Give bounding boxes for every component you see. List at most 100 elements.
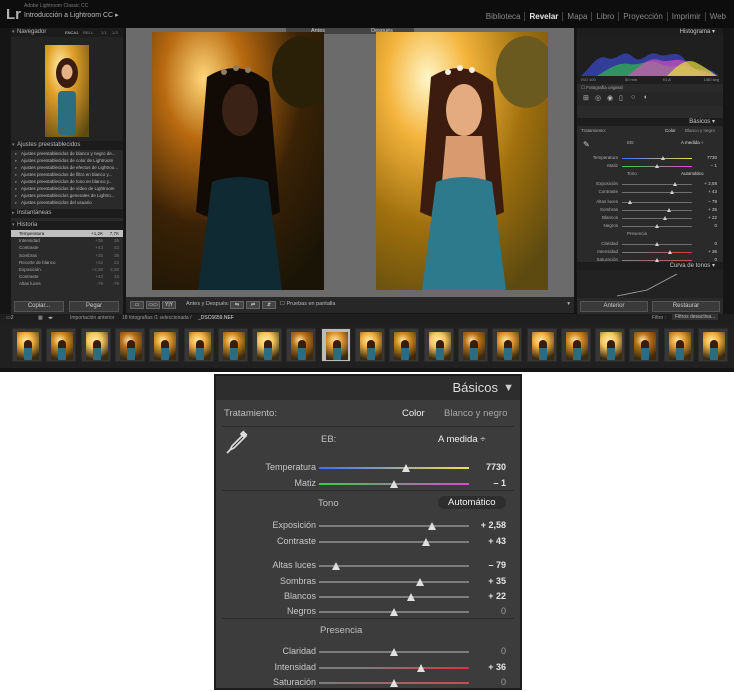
- matiz-slider-mini[interactable]: Matiz – 1: [577, 162, 723, 170]
- intensidad-slider-mini[interactable]: Intensidad + 36: [577, 248, 723, 256]
- filmstrip-thumbnail[interactable]: [149, 328, 180, 362]
- filmstrip-thumbnail[interactable]: [560, 328, 591, 362]
- slider-track[interactable]: [622, 210, 692, 211]
- filmstrip-thumbnail[interactable]: [286, 328, 317, 362]
- spot-removal-icon[interactable]: ◎: [595, 94, 601, 102]
- intensidad-slider[interactable]: Intensidad + 36: [216, 660, 520, 675]
- slider-track[interactable]: [622, 252, 692, 253]
- filmstrip-thumbnail[interactable]: [80, 328, 111, 362]
- module-web[interactable]: Web: [704, 12, 730, 21]
- module-biblioteca[interactable]: Biblioteca: [482, 12, 525, 21]
- basic-panel-header[interactable]: Básicos ▼: [216, 376, 520, 400]
- auto-tone-button[interactable]: Automático: [681, 171, 704, 176]
- previous-button[interactable]: Anterior: [580, 301, 648, 312]
- presets-header[interactable]: ▾ Ajustes preestablecidos: [11, 141, 123, 150]
- temperatura-value[interactable]: 7730: [707, 154, 717, 162]
- toolbar-menu-icon[interactable]: ▾: [567, 301, 570, 307]
- loupe-view-icon[interactable]: ▭: [130, 301, 144, 309]
- module-revelar[interactable]: Revelar: [524, 12, 562, 21]
- blancos-value[interactable]: + 22: [708, 214, 717, 222]
- negros-value[interactable]: 0: [501, 604, 506, 619]
- history-step[interactable]: Intensidad +36 36: [11, 237, 123, 245]
- slider-thumb[interactable]: [390, 608, 398, 616]
- zoom-1-3[interactable]: 1:3: [112, 28, 118, 37]
- exposicion-value[interactable]: + 2,58: [481, 518, 506, 533]
- temperatura-slider-mini[interactable]: Temperatura 7730: [577, 154, 723, 162]
- slider-thumb[interactable]: [660, 156, 665, 160]
- slider-track[interactable]: [622, 184, 692, 185]
- negros-slider-mini[interactable]: Negros 0: [577, 222, 723, 230]
- filmstrip-thumbnail[interactable]: [423, 328, 454, 362]
- slider-thumb[interactable]: [666, 208, 671, 212]
- blancos-slider[interactable]: Blancos + 22: [216, 589, 520, 604]
- back-icon[interactable]: ◂▸: [48, 315, 53, 321]
- slider-thumb[interactable]: [669, 190, 674, 194]
- wb-select[interactable]: A medida ÷: [438, 434, 485, 445]
- zoom-fill[interactable]: RELL.: [83, 28, 94, 37]
- treatment-bw[interactable]: Blanco y negro: [685, 128, 715, 133]
- matiz-value[interactable]: – 1: [711, 162, 717, 170]
- slider-track[interactable]: [319, 541, 469, 543]
- slider-track[interactable]: [319, 467, 469, 469]
- module-imprimir[interactable]: Imprimir: [666, 12, 705, 21]
- before-photo[interactable]: [152, 32, 324, 290]
- slider-thumb[interactable]: [655, 164, 659, 168]
- slider-thumb[interactable]: [417, 664, 425, 672]
- slider-thumb[interactable]: [655, 242, 659, 246]
- claridad-slider-mini[interactable]: Claridad 0: [577, 240, 723, 248]
- copy-button[interactable]: Copiar...: [14, 301, 64, 312]
- slider-track[interactable]: [622, 202, 692, 203]
- basic-header-mini[interactable]: Básicos ▾: [577, 118, 723, 126]
- slider-track[interactable]: [319, 525, 469, 527]
- brush-icon[interactable]: ◖: [643, 94, 647, 101]
- swap-icon[interactable]: ⇵: [262, 301, 276, 309]
- altas-luces-slider[interactable]: Altas luces – 79: [216, 558, 520, 573]
- claridad-slider[interactable]: Claridad 0: [216, 644, 520, 659]
- reset-button[interactable]: Restaurar: [652, 301, 720, 312]
- treatment-color[interactable]: Color: [665, 128, 676, 133]
- contraste-value[interactable]: + 43: [708, 188, 717, 196]
- preset-folder[interactable]: Ajustes preestablecidos de filtro en bla…: [11, 171, 123, 178]
- sombras-slider[interactable]: Sombras + 35: [216, 574, 520, 589]
- crop-tool-icon[interactable]: ⊞: [583, 94, 589, 102]
- slider-track[interactable]: [319, 565, 469, 567]
- slider-thumb[interactable]: [427, 522, 436, 530]
- histogram-header[interactable]: Histograma ▾: [577, 28, 723, 36]
- sombras-value[interactable]: + 35: [488, 574, 506, 589]
- filmstrip-thumbnail[interactable]: [629, 328, 660, 362]
- filmstrip-source[interactable]: Importación anterior: [70, 315, 114, 321]
- slider-thumb[interactable]: [402, 464, 410, 472]
- secondary-display-icon[interactable]: ▭2: [6, 315, 14, 321]
- history-step[interactable]: Sombras +35 35: [11, 251, 123, 259]
- contraste-slider-mini[interactable]: Contraste + 43: [577, 188, 723, 196]
- red-eye-icon[interactable]: ◉: [607, 94, 613, 102]
- slider-thumb[interactable]: [331, 562, 340, 570]
- catalog-title[interactable]: Introducción a Lightroom CC ▸: [24, 11, 119, 19]
- matiz-value[interactable]: – 1: [493, 476, 506, 491]
- preset-folder[interactable]: Ajustes preestablecidos de color de Ligh…: [11, 157, 123, 164]
- tone-curve[interactable]: [577, 270, 723, 298]
- treatment-color-option[interactable]: Color: [402, 408, 425, 419]
- auto-tone-button[interactable]: Automático: [438, 496, 506, 509]
- before-after-view-button[interactable]: Y|Y: [162, 301, 176, 309]
- filmstrip-thumbnail[interactable]: [526, 328, 557, 362]
- blancos-slider-mini[interactable]: Blancos + 22: [577, 214, 723, 222]
- tone-curve-header[interactable]: Curva de tonos ▾: [577, 262, 723, 270]
- slider-track[interactable]: [622, 158, 692, 159]
- navigator-preview[interactable]: [11, 37, 123, 141]
- grid-view-icon[interactable]: ▭▭: [146, 301, 160, 309]
- module-mapa[interactable]: Mapa: [562, 12, 591, 21]
- filmstrip-thumbnail[interactable]: [252, 328, 283, 362]
- contraste-slider[interactable]: Contraste + 43: [216, 534, 520, 549]
- intensidad-value[interactable]: + 36: [488, 660, 506, 675]
- snapshots-header[interactable]: ▸ Instantáneas: [11, 209, 123, 218]
- filmstrip-thumbnail[interactable]: [698, 328, 728, 362]
- preset-folder[interactable]: Ajustes preestablecidos generales de Lig…: [11, 192, 123, 199]
- graduated-filter-icon[interactable]: ▯: [619, 94, 623, 102]
- slider-thumb[interactable]: [627, 200, 632, 204]
- filmstrip-thumbnail[interactable]: [663, 328, 694, 362]
- slider-track[interactable]: [622, 218, 692, 219]
- histogram[interactable]: ISO 100 50 mm f/1,8 1/80 seg: [577, 36, 723, 84]
- slider-track[interactable]: [319, 581, 469, 583]
- slider-thumb[interactable]: [662, 216, 667, 220]
